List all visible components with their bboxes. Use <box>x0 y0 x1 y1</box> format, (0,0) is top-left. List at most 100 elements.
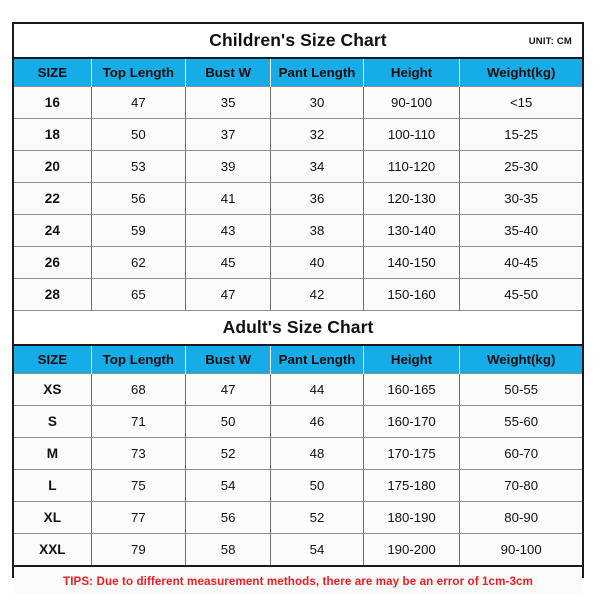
cell-size: 26 <box>14 246 92 279</box>
cell-pant-length: 52 <box>270 501 364 534</box>
adults-title-cell: Adult's Size Chart <box>14 311 582 346</box>
cell-bust-w: 56 <box>185 501 272 534</box>
cell-pant-length: 48 <box>270 437 364 470</box>
cell-height: 170-175 <box>362 437 461 470</box>
cell-height: 130-140 <box>362 214 461 247</box>
cell-top-length: 79 <box>90 533 187 567</box>
cell-weight: 90-100 <box>459 533 582 567</box>
cell-weight: 45-50 <box>459 278 582 311</box>
cell-height: 110-120 <box>362 150 461 183</box>
table-row: 18 50 37 32 100-110 15-25 <box>14 118 582 151</box>
table-row: XS 68 47 44 160-165 50-55 <box>14 373 582 406</box>
cell-pant-length: 36 <box>270 182 364 215</box>
cell-size: XL <box>14 501 92 534</box>
column-header-weight: Weight(kg) <box>459 58 582 87</box>
cell-height: 120-130 <box>362 182 461 215</box>
cell-height: 160-170 <box>362 405 461 438</box>
cell-top-length: 47 <box>90 86 187 119</box>
cell-pant-length: 50 <box>270 469 364 502</box>
size-chart-container: Children's Size Chart UNIT: CM SIZE Top … <box>12 22 584 595</box>
table-row: XL 77 56 52 180-190 80-90 <box>14 501 582 534</box>
cell-top-length: 59 <box>90 214 187 247</box>
cell-weight: 40-45 <box>459 246 582 279</box>
column-header-weight: Weight(kg) <box>459 345 582 374</box>
cell-weight: 70-80 <box>459 469 582 502</box>
cell-bust-w: 35 <box>185 86 272 119</box>
cell-pant-length: 32 <box>270 118 364 151</box>
cell-weight: 35-40 <box>459 214 582 247</box>
column-header-size: SIZE <box>14 345 92 374</box>
cell-top-length: 77 <box>90 501 187 534</box>
cell-height: 140-150 <box>362 246 461 279</box>
cell-height: 160-165 <box>362 373 461 406</box>
tips-text: TIPS: Due to different measurement metho… <box>63 575 533 588</box>
table-row: M 73 52 48 170-175 60-70 <box>14 437 582 470</box>
cell-top-length: 50 <box>90 118 187 151</box>
cell-size: XS <box>14 373 92 406</box>
cell-height: 190-200 <box>362 533 461 567</box>
cell-top-length: 62 <box>90 246 187 279</box>
cell-size: XXL <box>14 533 92 567</box>
table-row: S 71 50 46 160-170 55-60 <box>14 405 582 438</box>
cell-pant-length: 30 <box>270 86 364 119</box>
column-header-top-length: Top Length <box>90 345 187 374</box>
cell-pant-length: 54 <box>270 533 364 567</box>
cell-bust-w: 47 <box>185 278 272 311</box>
cell-bust-w: 43 <box>185 214 272 247</box>
childrens-table-body: Children's Size Chart UNIT: CM SIZE Top … <box>14 24 582 311</box>
cell-weight: 60-70 <box>459 437 582 470</box>
table-row: 26 62 45 40 140-150 40-45 <box>14 246 582 279</box>
cell-bust-w: 37 <box>185 118 272 151</box>
childrens-title-row: Children's Size Chart UNIT: CM <box>14 24 582 59</box>
adults-table-body: Adult's Size Chart SIZE Top Length Bust … <box>14 311 582 595</box>
cell-size: 24 <box>14 214 92 247</box>
cell-bust-w: 52 <box>185 437 272 470</box>
table-row: L 75 54 50 175-180 70-80 <box>14 469 582 502</box>
cell-bust-w: 39 <box>185 150 272 183</box>
cell-weight: 30-35 <box>459 182 582 215</box>
cell-top-length: 73 <box>90 437 187 470</box>
adults-header-row: SIZE Top Length Bust W Pant Length Heigh… <box>14 345 582 374</box>
unit-label: UNIT: CM <box>528 36 572 47</box>
column-header-top-length: Top Length <box>90 58 187 87</box>
cell-pant-length: 42 <box>270 278 364 311</box>
cell-weight: 80-90 <box>459 501 582 534</box>
childrens-header-row: SIZE Top Length Bust W Pant Length Heigh… <box>14 58 582 87</box>
column-header-height: Height <box>362 345 461 374</box>
cell-size: M <box>14 437 92 470</box>
tips-footer-row: TIPS: Due to different measurement metho… <box>14 565 582 595</box>
cell-pant-length: 34 <box>270 150 364 183</box>
cell-top-length: 71 <box>90 405 187 438</box>
table-row: 16 47 35 30 90-100 <15 <box>14 86 582 119</box>
childrens-size-table: Children's Size Chart UNIT: CM SIZE Top … <box>14 24 582 311</box>
cell-size: S <box>14 405 92 438</box>
column-header-pant-length: Pant Length <box>270 345 364 374</box>
cell-size: 22 <box>14 182 92 215</box>
cell-bust-w: 45 <box>185 246 272 279</box>
adults-size-table: Adult's Size Chart SIZE Top Length Bust … <box>14 311 582 595</box>
adults-chart-title: Adult's Size Chart <box>222 317 374 337</box>
table-row: 20 53 39 34 110-120 25-30 <box>14 150 582 183</box>
cell-bust-w: 54 <box>185 469 272 502</box>
childrens-title-cell: Children's Size Chart UNIT: CM <box>14 24 582 59</box>
table-row: 24 59 43 38 130-140 35-40 <box>14 214 582 247</box>
cell-bust-w: 41 <box>185 182 272 215</box>
cell-height: 100-110 <box>362 118 461 151</box>
cell-top-length: 56 <box>90 182 187 215</box>
cell-top-length: 65 <box>90 278 187 311</box>
column-header-bust-w: Bust W <box>185 58 272 87</box>
childrens-title-inner: Children's Size Chart UNIT: CM <box>22 24 574 57</box>
cell-height: 180-190 <box>362 501 461 534</box>
cell-size: 28 <box>14 278 92 311</box>
column-header-height: Height <box>362 58 461 87</box>
column-header-bust-w: Bust W <box>185 345 272 374</box>
cell-bust-w: 50 <box>185 405 272 438</box>
cell-pant-length: 46 <box>270 405 364 438</box>
column-header-pant-length: Pant Length <box>270 58 364 87</box>
cell-pant-length: 40 <box>270 246 364 279</box>
column-header-size: SIZE <box>14 58 92 87</box>
cell-weight: 50-55 <box>459 373 582 406</box>
table-row: 28 65 47 42 150-160 45-50 <box>14 278 582 311</box>
cell-size: 20 <box>14 150 92 183</box>
cell-size: 18 <box>14 118 92 151</box>
